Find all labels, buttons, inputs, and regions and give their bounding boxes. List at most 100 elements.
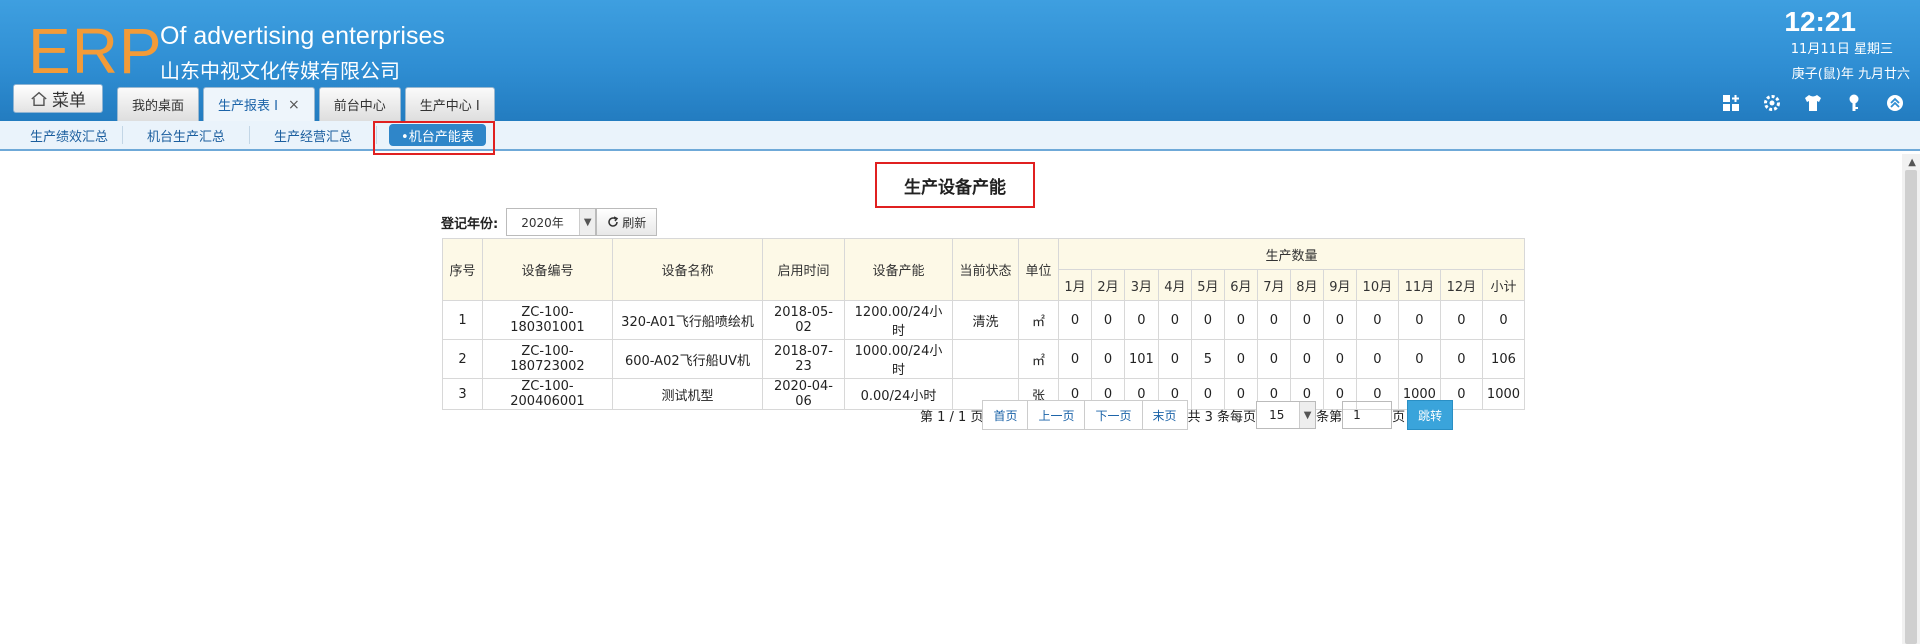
cell-capacity: 1000.00/24小时 [844,339,953,379]
cell-month-qty: 0 [1256,339,1291,379]
cell-capacity: 1200.00/24小时 [844,300,953,340]
sub-navigation: 生产绩效汇总 机台生产汇总 生产经营汇总 •机台产能表 [0,121,1920,151]
col-month: 小计 [1481,269,1526,301]
key-icon[interactable] [1843,92,1865,114]
cell-seq: 3 [442,378,483,410]
page-size-value: 15 [1269,408,1285,422]
toolbar-icons [1720,92,1906,114]
cell-month-qty: 106 [1481,339,1526,379]
col-qty-group: 生产数量 [1057,238,1526,270]
col-start: 启用时间 [762,238,845,301]
cell-month-qty: 0 [1355,300,1399,340]
tab-label: 前台中心 [333,99,386,114]
brand-english: Of advertising enterprises [160,22,445,50]
next-page-button[interactable]: 下一页 [1084,400,1143,430]
col-capacity: 设备产能 [844,238,953,301]
cell-unit: ㎡ [1018,300,1059,340]
refresh-button[interactable]: 刷新 [596,208,658,236]
cell-status: 清洗 [952,300,1019,340]
cell-month-qty: 0 [1091,300,1125,340]
tab-bar: 我的桌面 生产报表 I × 前台中心 生产中心 I [117,87,495,121]
subnav-production-operation[interactable]: 生产经营汇总 [250,126,378,145]
cell-month-qty: 0 [1157,339,1192,379]
subnav-machine-production[interactable]: 机台生产汇总 [123,126,251,145]
col-month: 11月 [1397,269,1441,301]
goto-prefix: 条第 [1316,409,1343,425]
refresh-label: 刷新 [622,215,647,230]
cell-code: ZC-100-180301001 [482,300,613,340]
prev-page-button[interactable]: 上一页 [1027,400,1086,430]
grid-add-icon[interactable] [1720,92,1742,114]
cell-month-qty: 0 [1355,339,1399,379]
cell-month-qty: 0 [1157,300,1192,340]
scrollbar-thumb[interactable] [1905,170,1917,644]
page-size-select[interactable]: 15 ▼ [1256,401,1317,429]
gear-icon[interactable] [1761,92,1783,114]
col-status: 当前状态 [952,238,1019,301]
refresh-icon [608,216,619,227]
cell-month-qty: 0 [1322,339,1357,379]
table-row[interactable]: 2 ZC-100-180723002 600-A02飞行船UV机 2018-07-23… [442,339,1526,379]
cell-month-qty: 0 [1289,339,1324,379]
col-name: 设备名称 [612,238,763,301]
cell-unit: ㎡ [1018,339,1059,379]
tab-front-center[interactable]: 前台中心 [318,87,401,121]
tab-label: 我的桌面 [132,99,185,114]
first-page-button[interactable]: 首页 [982,400,1029,430]
home-icon [31,91,47,106]
col-month: 5月 [1190,269,1225,301]
cell-name: 测试机型 [612,378,763,410]
chevron-down-icon: ▼ [579,209,596,235]
year-select-value: 2020年 [521,215,564,230]
col-month: 12月 [1439,269,1483,301]
page-info: 第 1 / 1 页 [920,409,984,425]
cell-name: 320-A01飞行船喷绘机 [612,300,763,340]
subnav-production-performance[interactable]: 生产绩效汇总 [16,126,124,145]
cell-code: ZC-100-180723002 [482,339,613,379]
cell-month-qty: 101 [1124,339,1159,379]
report-title: 生产设备产能 [875,162,1035,208]
tab-production-center[interactable]: 生产中心 I [404,87,495,121]
last-page-button[interactable]: 末页 [1141,400,1188,430]
cell-code: ZC-100-200406001 [482,378,613,410]
col-seq: 序号 [442,238,483,301]
cell-seq: 1 [442,300,483,340]
cell-month-qty: 0 [1397,300,1441,340]
tab-label: 生产报表 I [218,99,278,114]
close-icon[interactable]: × [288,97,300,113]
col-month: 3月 [1124,269,1159,301]
table-row[interactable]: 1 ZC-100-180301001 320-A01飞行船喷绘机 2018-05-02… [442,300,1526,340]
menu-button[interactable]: 菜单 [13,84,103,113]
col-month: 7月 [1256,269,1291,301]
app-header: ERP Of advertising enterprises 山东中视文化传媒有… [0,0,1920,121]
cell-month-qty: 1000 [1481,378,1526,410]
col-month: 9月 [1322,269,1357,301]
goto-page-input[interactable]: 1 [1342,401,1393,429]
cell-month-qty: 0 [1190,300,1225,340]
collapse-up-icon[interactable] [1884,92,1906,114]
cell-month-qty: 0 [1481,300,1526,340]
tab-production-report[interactable]: 生产报表 I × [203,87,315,121]
cell-month-qty: 0 [1289,300,1324,340]
col-month: 1月 [1058,269,1092,301]
cell-month-qty: 0 [1439,300,1483,340]
highlight-box-subnav [373,121,495,155]
cell-status [952,339,1019,379]
cell-month-qty: 0 [1256,300,1291,340]
capacity-table: 序号 设备编号 设备名称 启用时间 设备产能 当前状态 单位 生产数量 1月 2月… [442,238,1526,410]
year-select[interactable]: 2020年 ▼ [506,208,597,236]
col-month: 6月 [1223,269,1258,301]
tab-my-desktop[interactable]: 我的桌面 [117,87,200,121]
tab-label: 生产中心 I [419,99,480,114]
shirt-icon[interactable] [1802,92,1824,114]
col-month: 4月 [1157,269,1192,301]
col-month: 10月 [1355,269,1399,301]
cell-month-qty: 0 [1439,339,1483,379]
col-month: 2月 [1091,269,1125,301]
goto-button[interactable]: 跳转 [1407,400,1454,430]
cell-month-qty: 0 [1397,339,1441,379]
col-month: 8月 [1289,269,1324,301]
cell-start: 2018-05-02 [762,300,845,340]
company-name: 山东中视文化传媒有限公司 [160,59,400,83]
scroll-up-icon[interactable]: ▲ [1908,157,1916,168]
